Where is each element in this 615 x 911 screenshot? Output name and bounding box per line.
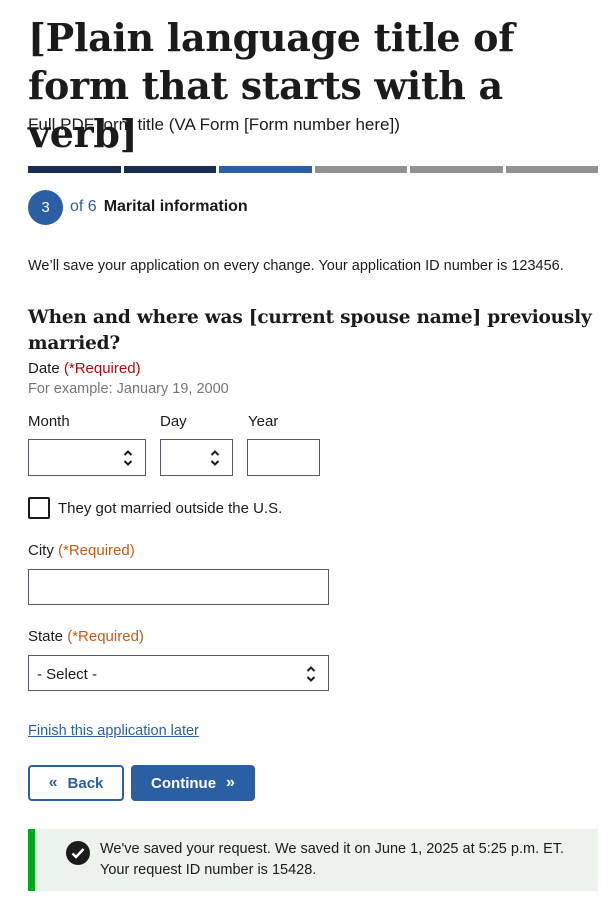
year-input[interactable] (247, 439, 320, 476)
city-label-text: City (28, 542, 54, 559)
state-required-marker: (*Required) (67, 628, 144, 645)
step-indicator: 3 of 6 Marital information (28, 189, 248, 225)
success-alert: We've saved your request. We saved it on… (28, 829, 598, 891)
progress-segment-6 (505, 166, 598, 173)
step-number-circle: 3 (28, 189, 63, 225)
month-select[interactable] (28, 439, 146, 476)
day-label: Day (160, 413, 187, 430)
date-hint: For example: January 19, 2000 (28, 381, 229, 397)
state-label: State (*Required) (28, 627, 144, 646)
city-required-marker: (*Required) (58, 542, 135, 559)
alert-line-2: Your request ID number is 15428. (100, 862, 317, 878)
check-circle-icon (66, 841, 90, 865)
step-name: Marital information (103, 198, 248, 215)
state-label-text: State (28, 628, 64, 645)
progress-segment-2 (123, 166, 216, 173)
alert-message: We've saved your request. We saved it on… (100, 839, 564, 881)
outside-us-checkbox[interactable] (28, 497, 50, 519)
city-label: City (*Required) (28, 541, 135, 560)
day-select[interactable] (160, 439, 233, 476)
city-input[interactable] (28, 569, 329, 605)
save-note: We’ll save your application on every cha… (28, 258, 564, 274)
double-chevron-right-icon: » (226, 774, 235, 791)
back-button-label: Back (67, 774, 104, 792)
date-label: Date (*Required) (28, 359, 141, 378)
date-label-text: Date (28, 360, 60, 377)
progress-segment-3 (219, 166, 312, 173)
alert-line-1: We've saved your request. We saved it on… (100, 841, 565, 857)
state-select-value: - Select - (37, 666, 98, 683)
double-chevron-left-icon: « (48, 774, 58, 791)
page-title: [Plain language title of form that start… (28, 15, 515, 156)
progress-segment-4 (314, 166, 407, 173)
continue-button[interactable]: Continue » (131, 765, 255, 801)
date-required-marker: (*Required) (63, 360, 141, 377)
step-count: of 6 (70, 198, 97, 215)
finish-later-link[interactable]: Finish this application later (28, 722, 199, 741)
chevron-up-down-icon (210, 448, 220, 468)
state-select[interactable]: - Select - (28, 655, 329, 691)
question-heading: When and where was [current spouse name]… (28, 307, 592, 354)
month-label: Month (28, 413, 70, 430)
outside-us-label[interactable]: They got married outside the U.S. (58, 499, 282, 518)
back-button[interactable]: « Back (28, 765, 124, 801)
progress-segment-1 (28, 166, 121, 173)
form-subtitle: Full PDF form title (VA Form [Form numbe… (28, 115, 400, 134)
progress-segment-5 (410, 166, 503, 173)
progress-bar (28, 166, 598, 173)
chevron-up-down-icon (306, 664, 316, 684)
chevron-up-down-icon (123, 448, 133, 468)
continue-button-label: Continue (151, 774, 217, 792)
year-label: Year (248, 413, 279, 430)
